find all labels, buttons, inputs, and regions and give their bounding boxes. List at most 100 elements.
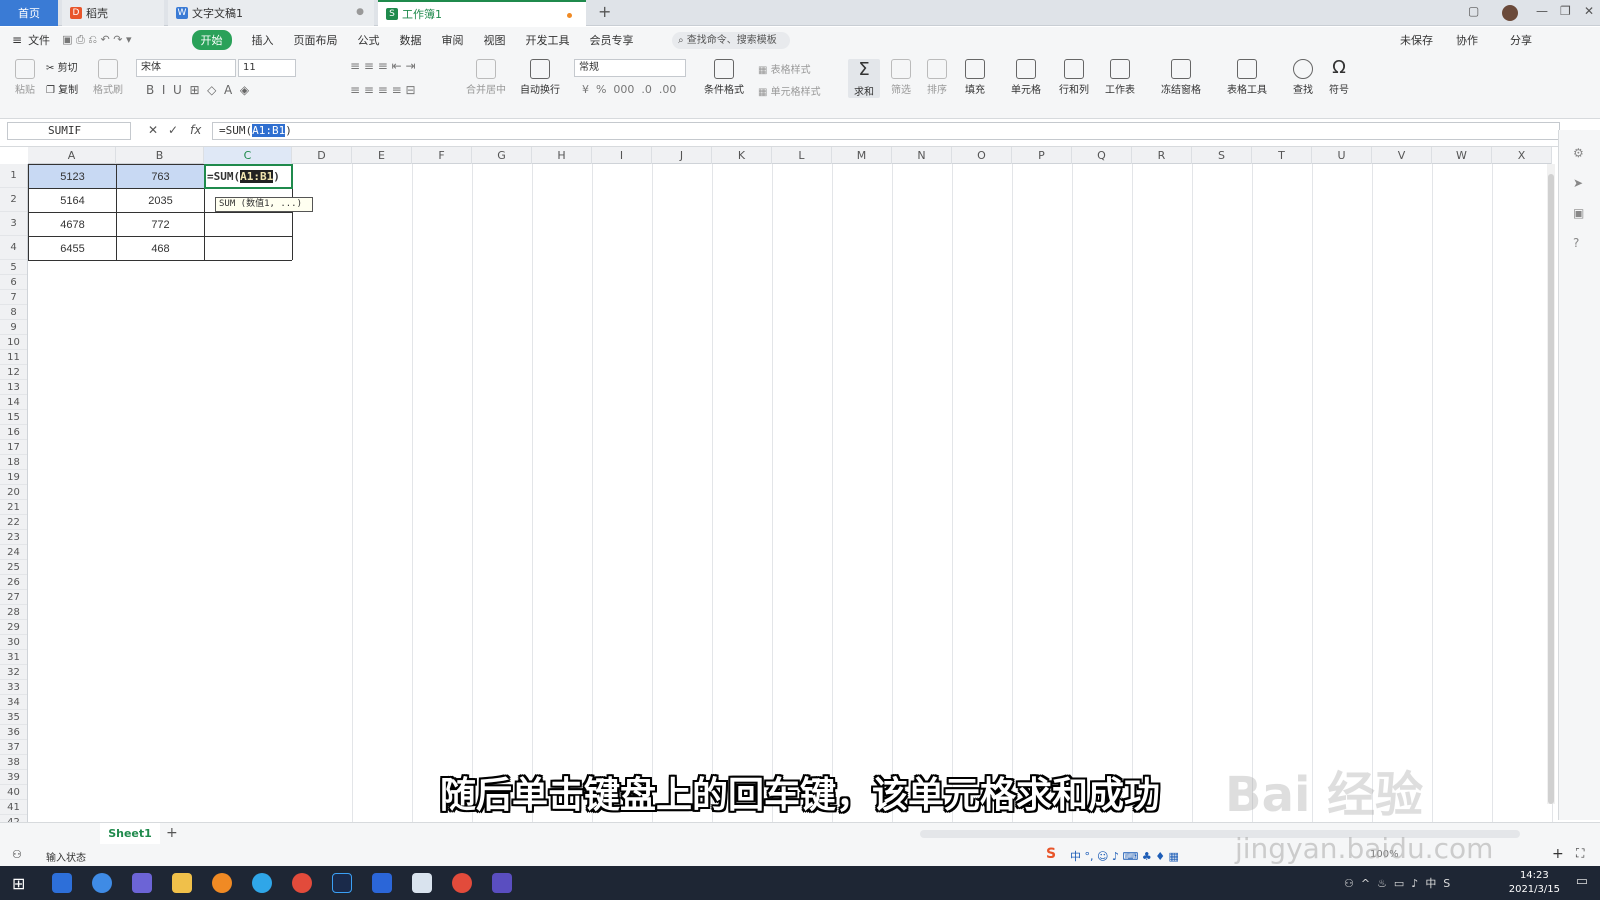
menu-review[interactable]: 审阅 xyxy=(442,32,464,48)
scrollbar-thumb[interactable] xyxy=(1548,174,1554,804)
row-header-26[interactable]: 26 xyxy=(0,575,27,590)
windows-start-icon[interactable]: ⊞ xyxy=(12,874,25,893)
row-header-28[interactable]: 28 xyxy=(0,605,27,620)
menu-page-layout[interactable]: 页面布局 xyxy=(294,32,338,48)
symbol-button[interactable]: Ω 符号 xyxy=(1324,59,1354,97)
system-tray[interactable]: ⚇ ^ ♨ ▭ ♪ 中 S xyxy=(1344,875,1450,891)
column-header-t[interactable]: T xyxy=(1252,147,1312,164)
column-header-i[interactable]: I xyxy=(592,147,652,164)
row-header-11[interactable]: 11 xyxy=(0,350,27,365)
row-header-32[interactable]: 32 xyxy=(0,665,27,680)
row-header-23[interactable]: 23 xyxy=(0,530,27,545)
row-header-27[interactable]: 27 xyxy=(0,590,27,605)
row-header-9[interactable]: 9 xyxy=(0,320,27,335)
chrome-icon[interactable] xyxy=(292,873,312,893)
notification-icon[interactable]: ▭ xyxy=(1576,874,1588,889)
row-header-37[interactable]: 37 xyxy=(0,740,27,755)
copy-button[interactable]: ❐ 复制 xyxy=(46,81,78,96)
cell-a3[interactable]: 4678 xyxy=(29,213,116,236)
ime-icon[interactable]: S xyxy=(1046,846,1056,862)
column-header-l[interactable]: L xyxy=(772,147,832,164)
collab-button[interactable]: 协作 xyxy=(1456,32,1478,48)
column-header-h[interactable]: H xyxy=(532,147,592,164)
column-header-u[interactable]: U xyxy=(1312,147,1372,164)
new-tab-icon[interactable]: + xyxy=(598,2,611,21)
row-header-21[interactable]: 21 xyxy=(0,500,27,515)
row-header-15[interactable]: 15 xyxy=(0,410,27,425)
spreadsheet-grid[interactable]: ABCDEFGHIJKLMNOPQRSTUVWX 1 2 3 4 5 6 7 8 9 10 11 12… xyxy=(0,147,1556,822)
zoom-in-icon[interactable]: + xyxy=(1552,846,1564,862)
row-header-19[interactable]: 19 xyxy=(0,470,27,485)
paste-button[interactable]: 粘贴 xyxy=(10,59,40,96)
cell-a4[interactable]: 6455 xyxy=(29,237,116,260)
font-family-select[interactable]: 宋体 xyxy=(136,59,236,77)
row-header-29[interactable]: 29 xyxy=(0,620,27,635)
cell-b1[interactable]: 763 xyxy=(117,165,204,188)
menu-member[interactable]: 会员专享 xyxy=(590,32,634,48)
menu-data[interactable]: 数据 xyxy=(400,32,422,48)
photoshop-icon[interactable] xyxy=(332,873,352,893)
column-header-g[interactable]: G xyxy=(472,147,532,164)
column-header-r[interactable]: R xyxy=(1132,147,1192,164)
row-header-17[interactable]: 17 xyxy=(0,440,27,455)
cell-a2[interactable]: 5164 xyxy=(29,189,116,212)
column-header-d[interactable]: D xyxy=(292,147,352,164)
menu-developer[interactable]: 开发工具 xyxy=(526,32,570,48)
row-header-34[interactable]: 34 xyxy=(0,695,27,710)
taskbar-app-10-icon[interactable] xyxy=(412,873,432,893)
column-header-v[interactable]: V xyxy=(1372,147,1432,164)
tab-home[interactable]: 首页 xyxy=(0,0,58,26)
fx-icon[interactable]: fx xyxy=(190,123,201,137)
row-header-30[interactable]: 30 xyxy=(0,635,27,650)
sort-button[interactable]: 排序 xyxy=(922,59,952,96)
fill-button[interactable]: 填充 xyxy=(960,59,990,96)
column-header-e[interactable]: E xyxy=(352,147,412,164)
row-col-button[interactable]: 行和列 xyxy=(1054,59,1094,96)
tab-daoke[interactable]: D 稻壳 xyxy=(62,0,164,26)
column-header-c[interactable]: C xyxy=(204,147,292,164)
row-header-2[interactable]: 2 xyxy=(0,188,27,212)
vertical-scrollbar[interactable] xyxy=(1547,164,1555,804)
row-header-6[interactable]: 6 xyxy=(0,275,27,290)
taskbar-app-3-icon[interactable] xyxy=(132,873,152,893)
menu-view[interactable]: 视图 xyxy=(484,32,506,48)
sheet-tab-sheet1[interactable]: Sheet1 xyxy=(100,823,160,845)
row-header-10[interactable]: 10 xyxy=(0,335,27,350)
worksheet-button[interactable]: 工作表 xyxy=(1100,59,1140,96)
cell-style-button[interactable]: ▦ 单元格样式 xyxy=(758,83,821,98)
unsaved-status[interactable]: 未保存 xyxy=(1400,32,1433,48)
row-header-24[interactable]: 24 xyxy=(0,545,27,560)
taskbar-app-6-icon[interactable] xyxy=(252,873,272,893)
row-header-35[interactable]: 35 xyxy=(0,710,27,725)
row-header-8[interactable]: 8 xyxy=(0,305,27,320)
media-player-icon[interactable] xyxy=(492,873,512,893)
column-header-a[interactable]: A xyxy=(28,147,116,164)
row-header-7[interactable]: 7 xyxy=(0,290,27,305)
row-header-13[interactable]: 13 xyxy=(0,380,27,395)
align-buttons-row2[interactable]: ≡ ≡ ≡ ≡ ⊟ xyxy=(350,83,416,97)
restore-icon[interactable]: ❐ xyxy=(1560,4,1571,18)
cell-c1-editing[interactable]: =SUM(A1:B1) xyxy=(204,164,293,189)
menu-file[interactable]: 文件 xyxy=(28,32,50,48)
add-sheet-button[interactable]: + xyxy=(166,825,178,841)
cell-button[interactable]: 单元格 xyxy=(1006,59,1046,96)
row-header-20[interactable]: 20 xyxy=(0,485,27,500)
find-button[interactable]: 查找 xyxy=(1288,59,1318,96)
cell-b3[interactable]: 772 xyxy=(117,213,204,236)
file-explorer-icon[interactable] xyxy=(172,873,192,893)
number-format-select[interactable]: 常规 xyxy=(574,59,686,77)
cell-b4[interactable]: 468 xyxy=(117,237,204,260)
close-icon[interactable]: ● xyxy=(356,7,364,17)
filter-button[interactable]: 筛选 xyxy=(886,59,916,96)
row-header-31[interactable]: 31 xyxy=(0,650,27,665)
autosum-button[interactable]: Σ 求和 xyxy=(848,59,880,98)
column-header-j[interactable]: J xyxy=(652,147,712,164)
cut-button[interactable]: ✂ 剪切 xyxy=(46,59,78,74)
align-buttons[interactable]: ≡ ≡ ≡ ⇤ ⇥ xyxy=(350,59,416,73)
column-header-n[interactable]: N xyxy=(892,147,952,164)
ime-toolbar[interactable]: 中 °, ☺ ♪ ⌨ ♣ ♦ ▦ xyxy=(1070,848,1179,864)
font-size-select[interactable]: 11 xyxy=(238,59,296,77)
column-header-b[interactable]: B xyxy=(116,147,204,164)
format-painter-button[interactable]: 格式刷 xyxy=(90,59,126,96)
wrap-text-button[interactable]: 自动换行 xyxy=(520,59,560,96)
